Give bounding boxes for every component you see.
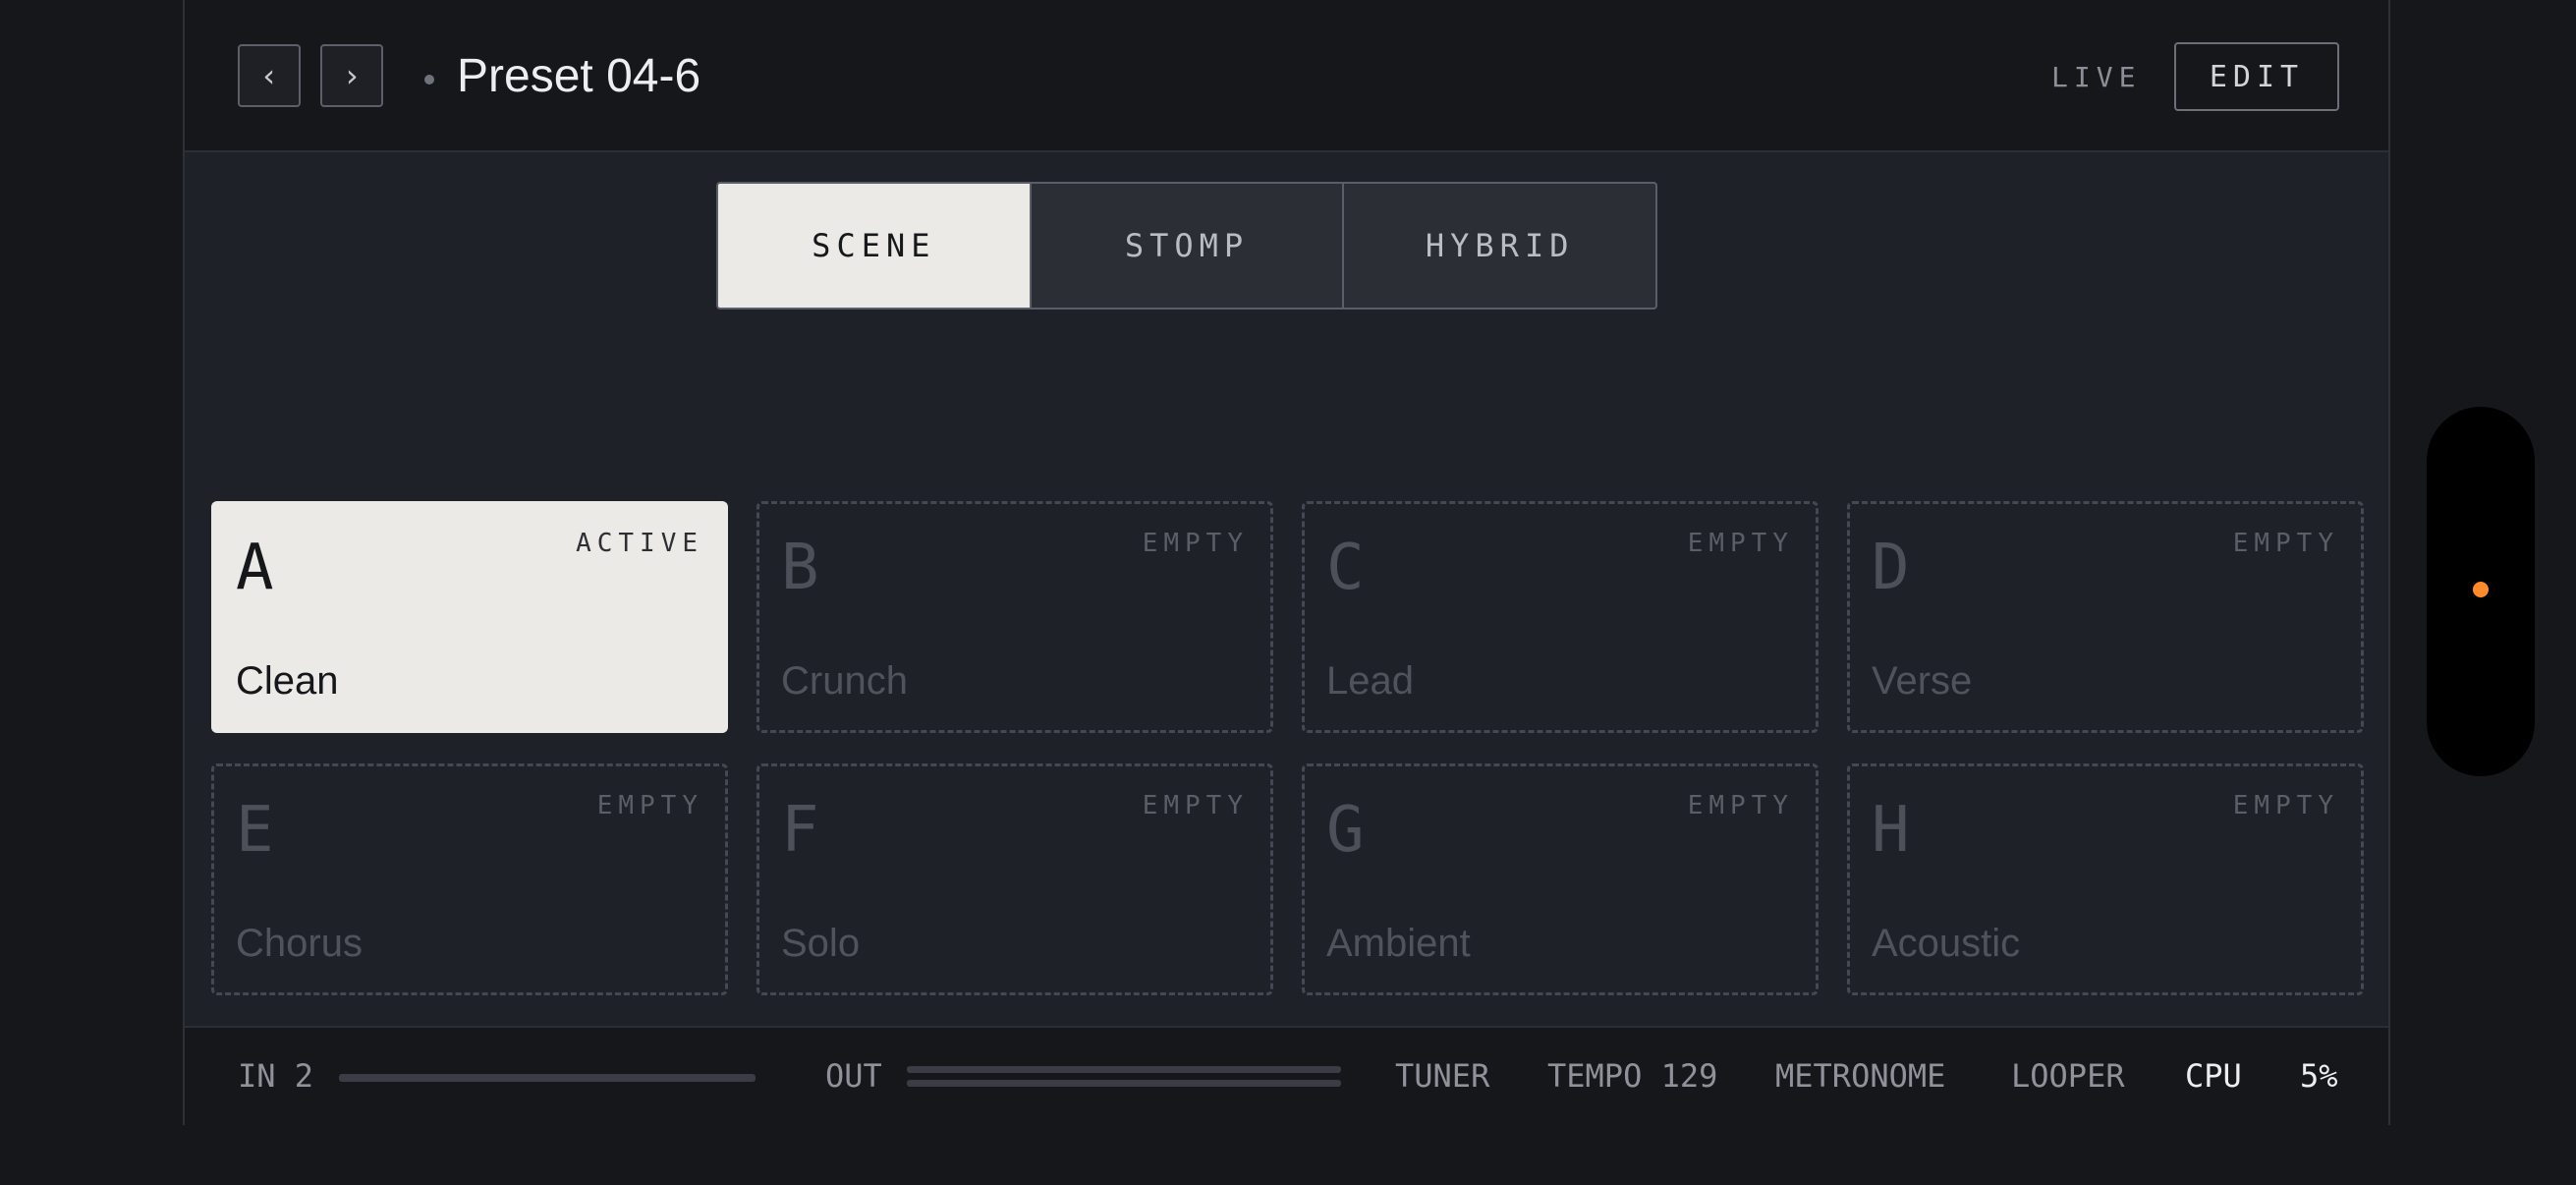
scene-letter: H — [1872, 794, 1910, 867]
scene-letter: A — [236, 532, 274, 604]
cpu-label: CPU — [2185, 1057, 2242, 1095]
tab-hybrid[interactable]: HYBRID — [1344, 184, 1655, 308]
status-bar: IN 2 OUT TUNER TEMPO 129 METRONOME LOOPE… — [185, 1026, 2388, 1125]
scene-status: EMPTY — [2232, 529, 2339, 558]
scene-letter: B — [781, 532, 819, 604]
scene-card-e[interactable]: E EMPTY Chorus — [211, 763, 728, 995]
scene-card-a[interactable]: A ACTIVE Clean — [211, 501, 728, 733]
scene-status: ACTIVE — [576, 529, 703, 558]
scene-status: EMPTY — [1142, 529, 1249, 558]
scene-name: Verse — [1872, 659, 1973, 703]
scene-name: Solo — [781, 922, 861, 965]
scene-card-h[interactable]: H EMPTY Acoustic — [1847, 763, 2364, 995]
tuner-button[interactable]: TUNER — [1395, 1057, 1489, 1095]
scene-card-g[interactable]: G EMPTY Ambient — [1302, 763, 1819, 995]
scene-name: Chorus — [236, 922, 363, 965]
tab-scene[interactable]: SCENE — [718, 184, 1032, 308]
tab-stomp[interactable]: STOMP — [1032, 184, 1345, 308]
scene-status: EMPTY — [1687, 791, 1794, 820]
scene-status: EMPTY — [2232, 791, 2339, 820]
scene-card-d[interactable]: D EMPTY Verse — [1847, 501, 2364, 733]
prev-preset-button[interactable]: ‹ — [238, 44, 301, 107]
scene-status: EMPTY — [596, 791, 703, 820]
preset-status-dot — [424, 75, 434, 85]
scene-letter: C — [1326, 532, 1365, 604]
notification-dot-icon — [2473, 582, 2489, 597]
scene-letter: E — [236, 794, 274, 867]
tempo-button[interactable]: TEMPO 129 — [1547, 1057, 1717, 1095]
edit-button[interactable]: EDIT — [2174, 42, 2339, 111]
scene-letter: D — [1872, 532, 1910, 604]
mode-selector: SCENE STOMP HYBRID — [716, 182, 1657, 310]
cpu-value: 5% — [2300, 1057, 2338, 1095]
output-label: OUT — [825, 1057, 882, 1095]
side-drawer-handle[interactable] — [2427, 407, 2535, 776]
input-label: IN 2 — [238, 1057, 314, 1095]
scene-card-c[interactable]: C EMPTY Lead — [1302, 501, 1819, 733]
scene-letter: G — [1326, 794, 1365, 867]
live-toggle[interactable]: LIVE — [2051, 61, 2141, 93]
next-preset-button[interactable]: › — [320, 44, 383, 107]
input-meter — [339, 1074, 756, 1082]
chevron-right-icon: › — [342, 57, 362, 94]
scene-name: Ambient — [1326, 922, 1471, 965]
scene-status: EMPTY — [1687, 529, 1794, 558]
scene-name: Crunch — [781, 659, 908, 703]
header-bar: ‹ › Preset 04-6 LIVE EDIT — [185, 0, 2388, 152]
scene-letter: F — [781, 794, 819, 867]
output-meter-left — [907, 1066, 1341, 1073]
scene-name: Clean — [236, 659, 339, 703]
scene-card-f[interactable]: F EMPTY Solo — [756, 763, 1273, 995]
scene-card-b[interactable]: B EMPTY Crunch — [756, 501, 1273, 733]
looper-button[interactable]: LOOPER — [2011, 1057, 2125, 1095]
app-window: ‹ › Preset 04-6 LIVE EDIT SCENE STOMP HY… — [183, 0, 2390, 1125]
chevron-left-icon: ‹ — [259, 57, 279, 94]
metronome-button[interactable]: METRONOME — [1775, 1057, 1945, 1095]
scene-name: Acoustic — [1872, 922, 2021, 965]
scene-name: Lead — [1326, 659, 1414, 703]
scene-status: EMPTY — [1142, 791, 1249, 820]
output-meter-right — [907, 1080, 1341, 1087]
preset-name: Preset 04-6 — [457, 50, 701, 102]
